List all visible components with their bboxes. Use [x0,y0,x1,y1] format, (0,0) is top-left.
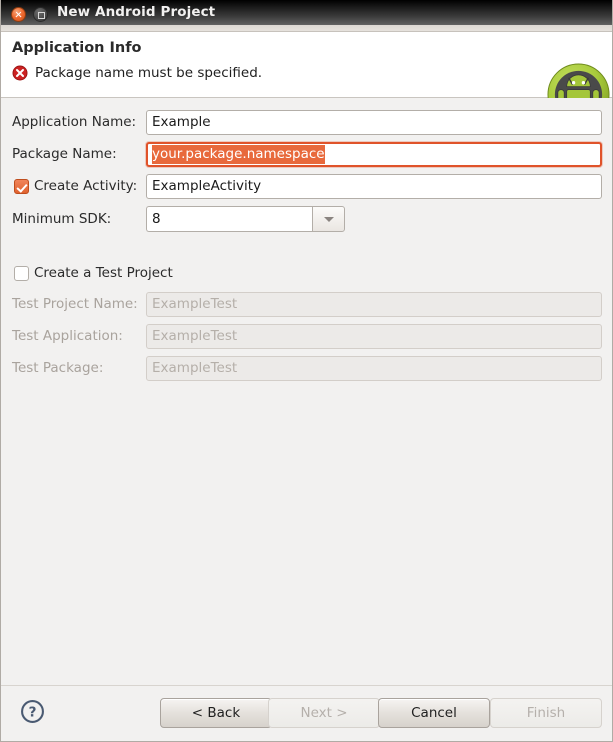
create-activity-checkbox[interactable] [14,179,29,194]
test-project-name-row: Test Project Name: ExampleTest [1,292,612,317]
test-package-input: ExampleTest [146,356,602,381]
application-name-label: Application Name: [12,114,137,130]
back-button[interactable]: < Back [160,698,272,728]
minimum-sdk-row: Minimum SDK: 8 [1,206,612,232]
dialog-footer: ? < Back Next > Cancel Finish [1,685,612,741]
package-name-selected-text: your.package.namespace [152,145,325,164]
test-application-input: ExampleTest [146,324,602,349]
test-package-label: Test Package: [12,360,104,376]
error-icon [12,65,28,81]
chevron-down-icon[interactable] [312,206,345,232]
page-title: Application Info [12,40,142,56]
maximize-icon[interactable] [33,7,48,22]
test-project-name-input: ExampleTest [146,292,602,317]
package-name-label: Package Name: [12,146,117,162]
new-android-project-dialog: New Android Project Application Info Pac… [0,0,613,742]
dialog-header: Application Info Package name must be sp… [1,32,612,126]
create-test-project-label: Create a Test Project [34,265,173,281]
test-application-row: Test Application: ExampleTest [1,324,612,349]
minimum-sdk-label: Minimum SDK: [12,210,112,227]
create-activity-label: Create Activity: [34,178,138,194]
create-activity-row: Create Activity: ExampleActivity [1,174,612,199]
minimum-sdk-combobox[interactable]: 8 [146,206,345,232]
close-icon[interactable] [11,7,26,22]
header-message-row: Package name must be specified. [12,65,262,81]
window-title: New Android Project [57,4,216,20]
application-name-row: Application Name: Example [1,110,612,135]
help-icon[interactable]: ? [20,699,45,724]
test-application-label: Test Application: [12,328,123,344]
test-project-name-label: Test Project Name: [12,296,138,312]
titlebar-bottom-strip [0,25,613,32]
finish-button: Finish [490,698,602,728]
create-test-project-row: Create a Test Project [1,261,612,286]
test-package-row: Test Package: ExampleTest [1,356,612,381]
dialog-body: Application Name: Example Package Name: … [1,98,612,685]
window-titlebar: New Android Project [0,0,613,28]
next-button: Next > [268,698,380,728]
package-name-row: Package Name: your.package.namespace [1,142,612,167]
create-activity-input[interactable]: ExampleActivity [146,174,602,199]
svg-text:?: ? [29,705,37,721]
cancel-button[interactable]: Cancel [378,698,490,728]
create-test-project-checkbox[interactable] [14,266,29,281]
application-name-input[interactable]: Example [146,110,602,135]
package-name-input[interactable]: your.package.namespace [146,142,602,167]
error-message: Package name must be specified. [35,65,263,81]
minimum-sdk-value: 8 [146,206,312,232]
